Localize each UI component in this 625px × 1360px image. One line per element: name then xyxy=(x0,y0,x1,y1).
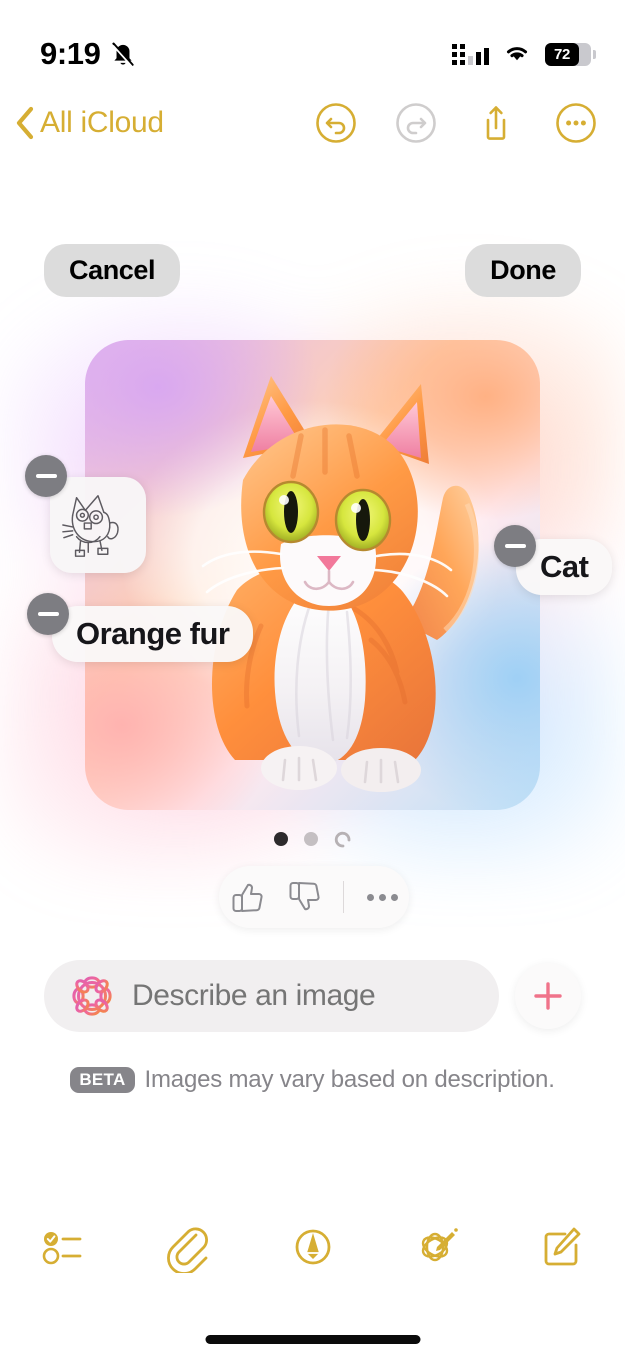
thumbs-down-icon[interactable] xyxy=(287,880,321,914)
back-button-label: All iCloud xyxy=(40,106,164,139)
attachment-button[interactable] xyxy=(162,1221,214,1275)
prompt-field[interactable] xyxy=(44,960,499,1032)
battery-percent: 72 xyxy=(553,45,571,63)
page-dot-1[interactable] xyxy=(273,832,288,846)
markup-button[interactable] xyxy=(287,1221,339,1273)
undo-button[interactable] xyxy=(315,102,357,144)
sketch-chip[interactable] xyxy=(50,477,146,573)
sketch-chip-remove-button[interactable] xyxy=(25,455,67,497)
cat-chip-remove-button[interactable] xyxy=(494,525,536,567)
apple-intelligence-icon xyxy=(68,972,116,1020)
beta-badge: BETA xyxy=(70,1067,135,1093)
status-bar-left: 9:19 xyxy=(40,36,136,72)
navigation-bar: All iCloud xyxy=(0,92,625,154)
disclaimer-text: Images may vary based on description. xyxy=(144,1066,555,1093)
status-bar: 9:19 72 xyxy=(0,0,625,86)
done-button[interactable]: Done xyxy=(465,244,581,297)
page-indicator[interactable] xyxy=(0,830,625,848)
chevron-left-icon xyxy=(14,105,36,141)
redo-button[interactable] xyxy=(395,102,437,144)
compose-button[interactable] xyxy=(535,1221,587,1273)
beta-disclaimer: BETA Images may vary based on descriptio… xyxy=(0,1066,625,1094)
battery-icon: 72 xyxy=(545,42,596,66)
wifi-icon xyxy=(502,41,532,68)
minus-icon xyxy=(37,612,59,616)
plus-icon xyxy=(534,982,562,1010)
feedback-more-button[interactable] xyxy=(366,893,398,901)
thumbs-up-icon[interactable] xyxy=(230,880,264,914)
feedback-divider xyxy=(343,881,345,913)
minus-icon xyxy=(35,474,57,478)
add-button[interactable] xyxy=(515,963,581,1029)
generated-image xyxy=(85,340,540,810)
nav-actions xyxy=(315,102,597,144)
cellular-signal-icon xyxy=(452,43,489,65)
home-indicator xyxy=(205,1335,420,1344)
page-dot-2[interactable] xyxy=(303,832,318,846)
feedback-bar xyxy=(219,866,409,928)
status-time: 9:19 xyxy=(40,36,101,71)
share-button[interactable] xyxy=(475,102,517,144)
prompt-input[interactable] xyxy=(132,979,475,1013)
orange-fur-chip-remove-button[interactable] xyxy=(27,593,69,635)
more-button[interactable] xyxy=(555,102,597,144)
orange-kitten-illustration xyxy=(201,376,479,792)
status-bar-right: 72 xyxy=(452,41,596,68)
bell-slash-icon xyxy=(110,40,136,69)
cat-sketch-icon xyxy=(62,495,119,557)
bottom-toolbar xyxy=(0,1212,625,1282)
back-button[interactable]: All iCloud xyxy=(14,105,164,141)
minus-icon xyxy=(504,544,526,548)
image-playground-button[interactable] xyxy=(411,1221,463,1273)
checklist-button[interactable] xyxy=(38,1221,90,1273)
prompt-row xyxy=(0,960,625,1032)
sheet-action-buttons: Cancel Done xyxy=(0,244,625,297)
cancel-button[interactable]: Cancel xyxy=(44,244,181,297)
generated-image-card[interactable]: Orange fur Cat xyxy=(25,340,613,810)
orange-fur-chip-label: Orange fur xyxy=(76,616,230,651)
cat-chip-label: Cat xyxy=(540,549,589,584)
image-playground-sheet: Cancel Done Orange fur Cat Describe an i… xyxy=(0,200,625,1100)
loading-spinner-icon xyxy=(334,830,352,848)
orange-fur-chip[interactable]: Orange fur xyxy=(52,606,254,662)
